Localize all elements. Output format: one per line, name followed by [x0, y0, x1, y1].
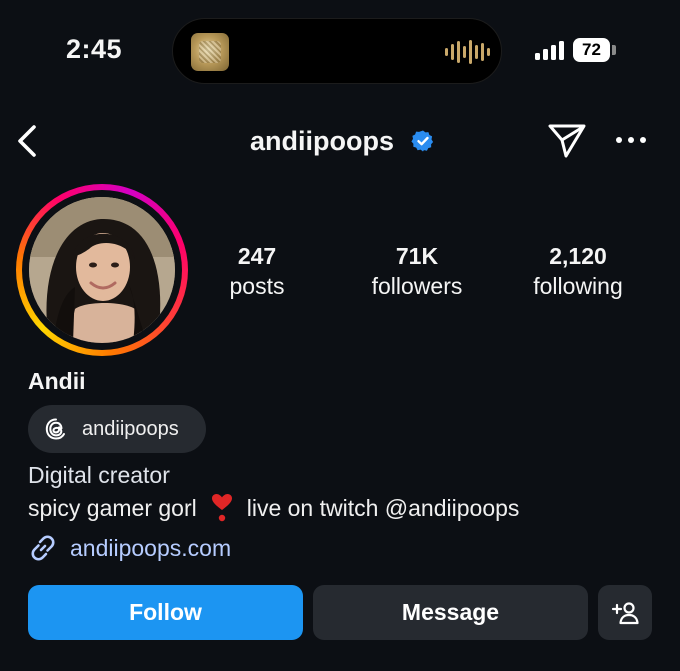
- profile-photo: [29, 197, 175, 343]
- message-button[interactable]: Message: [313, 585, 588, 640]
- posts-label: posts: [229, 273, 285, 299]
- bio-text: spicy gamer gorl live on twitch @andiipo…: [28, 493, 519, 523]
- posts-count: 247: [237, 243, 277, 269]
- paper-plane-icon[interactable]: [546, 120, 588, 160]
- profile-screen: 2:45 72 andiipoops 247 posts 71K followe…: [0, 0, 680, 671]
- display-name: Andii: [28, 368, 86, 394]
- stat-followers[interactable]: 71K followers: [352, 241, 482, 301]
- battery-level: 72: [573, 38, 610, 62]
- avatar[interactable]: [29, 197, 175, 343]
- story-ring[interactable]: [16, 184, 188, 356]
- add-person-icon: [611, 601, 639, 624]
- profile-username: andiipoops: [250, 126, 394, 156]
- threads-badge[interactable]: andiipoops: [28, 405, 206, 453]
- follow-button[interactable]: Follow: [28, 585, 303, 640]
- profile-link[interactable]: andiipoops.com: [28, 533, 231, 563]
- status-time: 2:45: [66, 34, 123, 64]
- followers-label: followers: [371, 273, 463, 299]
- bio-text-start: spicy gamer gorl: [28, 494, 197, 521]
- stat-following[interactable]: 2,120 following: [513, 241, 643, 301]
- chevron-left-icon[interactable]: [14, 121, 42, 161]
- followers-count: 71K: [395, 243, 439, 269]
- verified-badge-icon: [411, 130, 434, 152]
- profile-link-url: andiipoops.com: [70, 534, 232, 561]
- threads-handle: andiipoops: [82, 417, 179, 440]
- battery-icon: [612, 45, 616, 55]
- now-playing-artwork: [191, 33, 229, 71]
- link-icon: [31, 535, 55, 561]
- bio-text-end: live on twitch @andiipoops: [246, 494, 520, 521]
- audio-waveform-icon: [445, 40, 490, 64]
- following-label: following: [533, 273, 623, 299]
- heart-exclamation-icon: [211, 493, 233, 523]
- dynamic-island[interactable]: [172, 18, 502, 84]
- suggested-accounts-button[interactable]: [598, 585, 652, 640]
- stat-posts[interactable]: 247 posts: [206, 241, 308, 301]
- profile-category: Digital creator: [28, 462, 170, 488]
- following-count: 2,120: [549, 243, 607, 269]
- cellular-signal-icon: [535, 40, 564, 60]
- ellipsis-icon[interactable]: [614, 130, 648, 150]
- threads-icon: [45, 418, 65, 440]
